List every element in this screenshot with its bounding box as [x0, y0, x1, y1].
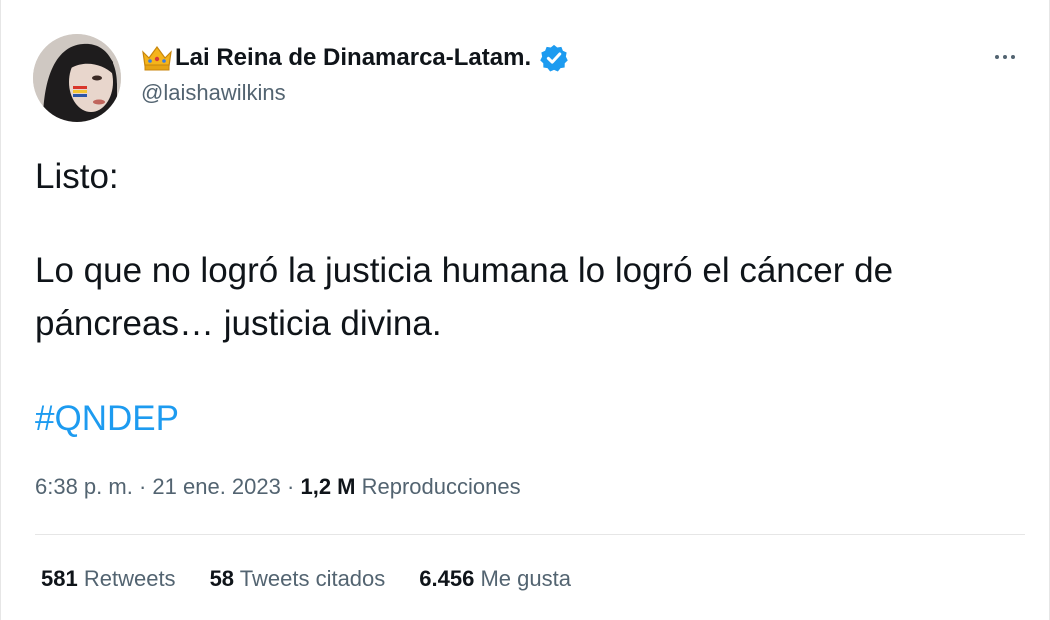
tweet-text-line-1: Listo: [35, 157, 119, 196]
views-count: 1,2 M [300, 474, 356, 499]
likes-label: Me gusta [480, 566, 571, 591]
author-display-name[interactable]: Lai Reina de Dinamarca-Latam. [175, 44, 531, 72]
engagement-stats: 581 Retweets 58 Tweets citados 6.456 Me … [41, 566, 605, 592]
quote-tweets-label: Tweets citados [239, 566, 386, 591]
divider [35, 534, 1025, 535]
more-options-icon[interactable] [985, 42, 1025, 72]
likes-count: 6.456 [419, 566, 475, 591]
crown-icon [142, 45, 172, 71]
views-label: Reproducciones [361, 474, 521, 499]
hashtag-link[interactable]: #QNDEP [35, 392, 179, 445]
tweet-date[interactable]: 21 ene. 2023 [152, 474, 280, 499]
tweet-text-line-2: Lo que no logró la justicia humana lo lo… [35, 251, 894, 343]
retweets-stat[interactable]: 581 Retweets [41, 566, 176, 592]
profile-photo [33, 34, 121, 122]
quote-tweets-stat[interactable]: 58 Tweets citados [210, 566, 386, 592]
meta-separator: · [287, 474, 295, 499]
verified-badge-icon [540, 44, 568, 72]
tweet-meta: 6:38 p. m. · 21 ene. 2023 · 1,2 M Reprod… [35, 474, 521, 500]
tweet-card: Lai Reina de Dinamarca-Latam. @laishawil… [0, 0, 1050, 620]
meta-separator: · [138, 474, 147, 499]
author-handle[interactable]: @laishawilkins [141, 80, 286, 106]
likes-stat[interactable]: 6.456 Me gusta [419, 566, 571, 592]
author-name-row[interactable]: Lai Reina de Dinamarca-Latam. [141, 40, 569, 76]
retweets-count: 581 [41, 566, 78, 591]
avatar[interactable] [33, 34, 121, 122]
retweets-label: Retweets [83, 566, 176, 591]
tweet-time[interactable]: 6:38 p. m. [35, 474, 133, 499]
quote-tweets-count: 58 [209, 566, 235, 591]
